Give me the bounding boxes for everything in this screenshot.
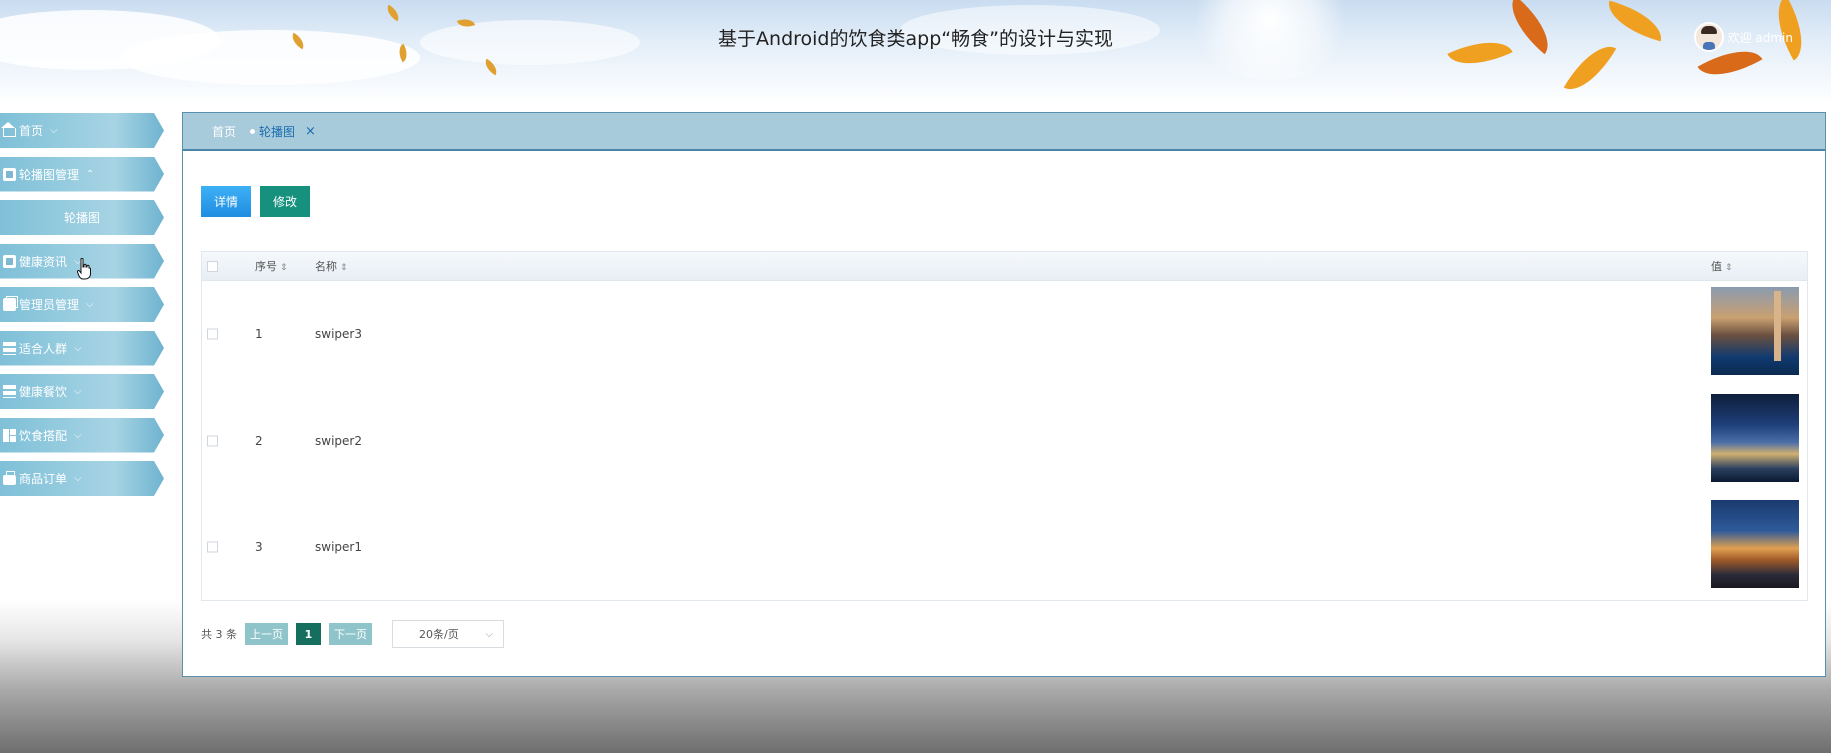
avatar[interactable] <box>1693 22 1724 52</box>
prev-page-button[interactable]: 上一页 <box>245 623 288 645</box>
chevron-down-icon: ⌵ <box>74 429 82 441</box>
select-all-checkbox[interactable] <box>207 260 218 272</box>
chevron-down-icon: ⌵ <box>74 473 82 484</box>
page-size-value: 20条/页 <box>419 628 459 641</box>
sidebar-item-label: 健康资讯 <box>19 254 68 269</box>
sidebar-item-label: 适合人群 <box>19 341 68 356</box>
sidebar-item-label: 首页 <box>19 124 44 138</box>
column-header-name[interactable]: 名称 ⇕ <box>315 258 348 274</box>
total-count: 共 3 条 <box>201 628 237 641</box>
row-name: swiper1 <box>315 540 362 555</box>
sort-icon: ⇕ <box>280 263 288 273</box>
leaf-icon <box>383 4 403 22</box>
page-size-select[interactable]: 20条/页 ⌵ <box>392 620 504 648</box>
row-name: swiper2 <box>315 433 362 448</box>
chevron-up-icon: ⌃ <box>86 168 95 180</box>
chevron-down-icon: ⌵ <box>485 628 493 640</box>
row-thumbnail-image[interactable] <box>1711 393 1799 482</box>
row-name: swiper3 <box>315 327 362 342</box>
sidebar-item-label: 管理员管理 <box>19 298 80 312</box>
app-header: 基于Android的饮食类app“畅食”的设计与实现 欢迎 admin <box>0 0 1831 105</box>
tab-carousel[interactable]: 轮播图 × <box>250 123 316 140</box>
active-dot-icon <box>250 128 256 134</box>
page-title: 基于Android的饮食类app“畅食”的设计与实现 <box>718 28 1113 50</box>
edit-button[interactable]: 修改 <box>260 186 311 217</box>
table-row[interactable]: 3 swiper1 <box>202 494 1807 601</box>
data-table: 序号 ⇕ 名称 ⇕ 值 ⇕ 1 swiper3 2 swiper2 3 swiper1 <box>201 251 1808 601</box>
column-header-index[interactable]: 序号 ⇕ <box>255 258 288 274</box>
row-index: 1 <box>255 327 263 342</box>
document-icon <box>3 254 16 268</box>
row-index: 3 <box>255 540 263 555</box>
sidebar-item-admin-management[interactable]: 管理员管理 ⌵ <box>0 287 164 322</box>
copy-icon <box>3 296 18 311</box>
list-icon <box>3 385 16 398</box>
column-header-label: 值 <box>1711 260 1722 273</box>
sidebar-subitem-carousel[interactable]: 轮播图 <box>0 200 164 235</box>
tab-bar: 首页 轮播图 × <box>183 113 1825 151</box>
row-checkbox[interactable] <box>207 435 218 447</box>
close-icon[interactable]: × <box>305 124 316 139</box>
row-thumbnail-image[interactable] <box>1711 287 1799 375</box>
sidebar-item-home[interactable]: 首页 ⌵ <box>0 113 164 148</box>
welcome-text: 欢迎 admin <box>1727 30 1793 45</box>
page-number-current[interactable]: 1 <box>296 623 321 645</box>
sidebar-item-diet-pairing[interactable]: 饮食搭配 ⌵ <box>0 417 164 453</box>
row-index: 2 <box>255 433 263 448</box>
next-page-button[interactable]: 下一页 <box>329 623 372 645</box>
list-icon <box>3 341 16 355</box>
sidebar-item-label: 轮播图管理 <box>19 167 80 182</box>
pagination: 共 3 条 上一页 1 下一页 20条/页 ⌵ <box>201 620 504 648</box>
detail-button[interactable]: 详情 <box>201 186 252 217</box>
sidebar-item-product-orders[interactable]: 商品订单 ⌵ <box>0 461 164 496</box>
chevron-down-icon: ⌵ <box>50 125 58 136</box>
tab-label: 轮播图 <box>259 124 296 139</box>
sidebar-item-label: 健康餐饮 <box>19 385 68 399</box>
user-welcome[interactable]: 欢迎 admin <box>1693 22 1793 52</box>
sidebar: 首页 ⌵ 轮播图管理 ⌃ 轮播图 健康资讯 ⌵ 管理员管理 ⌵ 适合人群 ⌵ 健… <box>0 113 165 505</box>
toolbar: 详情 修改 <box>201 186 311 217</box>
sidebar-item-label: 商品订单 <box>19 472 68 486</box>
bag-icon <box>3 471 16 485</box>
column-header-label: 名称 <box>315 260 337 273</box>
main-panel: 首页 轮播图 × 详情 修改 序号 ⇕ 名称 ⇕ 值 ⇕ 1 swiper3 2… <box>182 112 1826 677</box>
chevron-down-icon: ⌵ <box>74 386 82 397</box>
table-row[interactable]: 2 swiper2 <box>202 388 1807 495</box>
sidebar-item-healthy-meals[interactable]: 健康餐饮 ⌵ <box>0 374 164 409</box>
sort-icon: ⇕ <box>1725 263 1733 273</box>
column-header-label: 序号 <box>255 260 277 273</box>
document-icon <box>3 167 16 181</box>
row-checkbox[interactable] <box>207 541 218 553</box>
sidebar-item-label: 饮食搭配 <box>19 428 68 443</box>
hand-cursor-icon <box>77 258 91 280</box>
home-icon <box>1 121 16 137</box>
tab-home[interactable]: 首页 <box>212 123 236 140</box>
chevron-down-icon: ⌵ <box>86 299 94 310</box>
sidebar-item-carousel-management[interactable]: 轮播图管理 ⌃ <box>0 156 164 192</box>
grid-icon <box>3 428 16 442</box>
column-header-value[interactable]: 值 ⇕ <box>1711 258 1733 274</box>
row-checkbox[interactable] <box>207 328 218 340</box>
table-row[interactable]: 1 swiper3 <box>202 281 1807 388</box>
table-header: 序号 ⇕ 名称 ⇕ 值 ⇕ <box>202 252 1807 281</box>
sort-icon: ⇕ <box>340 263 348 273</box>
sidebar-item-suitable-people[interactable]: 适合人群 ⌵ <box>0 330 164 366</box>
chevron-down-icon: ⌵ <box>74 342 82 354</box>
row-thumbnail-image[interactable] <box>1711 500 1799 588</box>
sidebar-item-label: 轮播图 <box>63 211 100 225</box>
